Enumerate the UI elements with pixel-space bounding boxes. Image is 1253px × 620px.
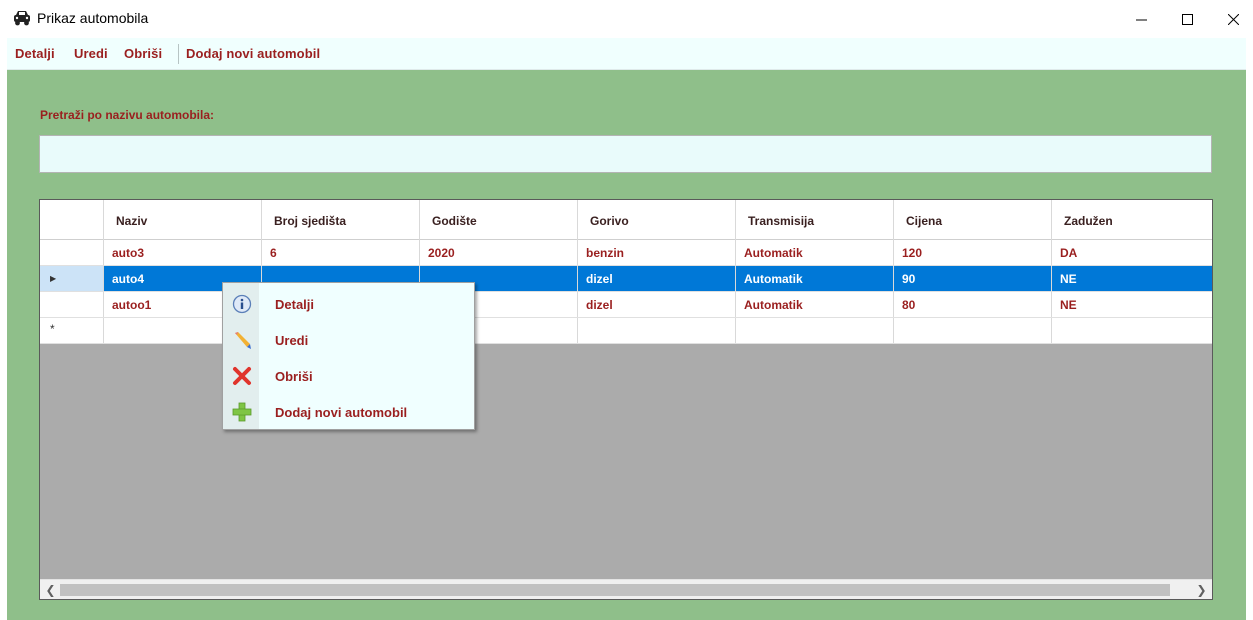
window-title: Prikaz automobila	[37, 10, 149, 26]
menu-add-new[interactable]: Dodaj novi automobil	[186, 46, 320, 61]
scroll-left-icon[interactable]: ❮	[42, 582, 59, 598]
row-header[interactable]: *	[40, 318, 104, 343]
pencil-icon	[232, 330, 252, 350]
context-menu-add-new[interactable]: Dodaj novi automobil	[225, 395, 474, 429]
cell-gorivo[interactable]	[578, 318, 736, 343]
menu-strip: Detalji Uredi Obriši Dodaj novi automobi…	[7, 38, 1246, 70]
cell-cijena[interactable]: 90	[894, 266, 1052, 291]
column-header[interactable]: Cijena	[894, 200, 1052, 240]
cell-transmisija[interactable]: Automatik	[736, 240, 894, 265]
row-header-corner	[40, 200, 104, 240]
context-menu-delete[interactable]: Obriši	[225, 359, 474, 393]
cell-transmisija[interactable]	[736, 318, 894, 343]
info-icon	[232, 294, 252, 314]
menu-delete[interactable]: Obriši	[124, 46, 162, 61]
cars-grid[interactable]: Naziv Broj sjedišta Godište Gorivo Trans…	[39, 199, 1213, 600]
context-menu-label: Dodaj novi automobil	[275, 405, 408, 420]
title-bar: Prikaz automobila	[0, 0, 1253, 38]
column-header[interactable]: Gorivo	[578, 200, 736, 240]
car-icon	[12, 9, 32, 27]
cell-gorivo[interactable]: dizel	[578, 292, 736, 317]
current-row-marker: ▶	[50, 274, 57, 283]
scroll-right-icon[interactable]: ❯	[1193, 582, 1210, 598]
column-header[interactable]: Zadužen	[1052, 200, 1212, 240]
search-label: Pretraži po nazivu automobila:	[40, 108, 215, 122]
column-header[interactable]: Godište	[420, 200, 578, 240]
client-area: Pretraži po nazivu automobila: Naziv Bro…	[7, 70, 1246, 620]
add-plus-icon	[232, 402, 252, 422]
context-menu: Detalji Uredi Obriši Dodaj novi automobi…	[222, 282, 475, 430]
context-menu-label: Obriši	[275, 369, 313, 384]
menu-edit[interactable]: Uredi	[74, 46, 108, 61]
new-row-marker: *	[50, 322, 55, 336]
cell-zaduzen[interactable]	[1052, 318, 1212, 343]
cell-zaduzen[interactable]: NE	[1052, 292, 1212, 317]
minimize-icon	[1136, 19, 1147, 21]
cell-transmisija[interactable]: Automatik	[736, 266, 894, 291]
cell-gorivo[interactable]: dizel	[578, 266, 736, 291]
column-header[interactable]: Broj sjedišta	[262, 200, 420, 240]
cell-naziv[interactable]: auto3	[104, 240, 262, 265]
row-header[interactable]	[40, 292, 104, 317]
cell-broj-sjedista[interactable]: 6	[262, 240, 420, 265]
row-header[interactable]: ▶	[40, 266, 104, 291]
search-input[interactable]	[39, 135, 1212, 173]
grid-header: Naziv Broj sjedišta Godište Gorivo Trans…	[40, 200, 1212, 240]
column-header[interactable]: Transmisija	[736, 200, 894, 240]
cell-gorivo[interactable]: benzin	[578, 240, 736, 265]
cell-cijena[interactable]	[894, 318, 1052, 343]
context-menu-label: Detalji	[275, 297, 315, 312]
menu-separator	[178, 44, 179, 64]
menu-details[interactable]: Detalji	[15, 46, 55, 61]
cell-cijena[interactable]: 120	[894, 240, 1052, 265]
maximize-icon	[1182, 14, 1193, 25]
table-row-new[interactable]: *	[40, 318, 1212, 344]
scrollbar-thumb[interactable]	[60, 584, 1170, 596]
delete-x-icon	[232, 366, 252, 386]
cell-zaduzen[interactable]: DA	[1052, 240, 1212, 265]
minimize-button[interactable]	[1118, 0, 1164, 38]
maximize-button[interactable]	[1164, 0, 1210, 38]
context-menu-edit[interactable]: Uredi	[225, 323, 474, 357]
close-button[interactable]	[1210, 0, 1253, 38]
cell-cijena[interactable]: 80	[894, 292, 1052, 317]
horizontal-scrollbar[interactable]: ❮ ❯	[40, 579, 1212, 599]
row-header[interactable]	[40, 240, 104, 265]
context-menu-label: Uredi	[275, 333, 309, 348]
table-row[interactable]: auto3 6 2020 benzin Automatik 120 DA	[40, 240, 1212, 266]
table-row-selected[interactable]: ▶ auto4 dizel Automatik 90 NE	[40, 266, 1212, 292]
cell-transmisija[interactable]: Automatik	[736, 292, 894, 317]
column-header[interactable]: Naziv	[104, 200, 262, 240]
table-row[interactable]: autoo1 dizel Automatik 80 NE	[40, 292, 1212, 318]
cell-zaduzen[interactable]: NE	[1052, 266, 1212, 291]
context-menu-details[interactable]: Detalji	[225, 287, 474, 321]
close-icon	[1228, 14, 1239, 25]
cell-godiste[interactable]: 2020	[420, 240, 578, 265]
